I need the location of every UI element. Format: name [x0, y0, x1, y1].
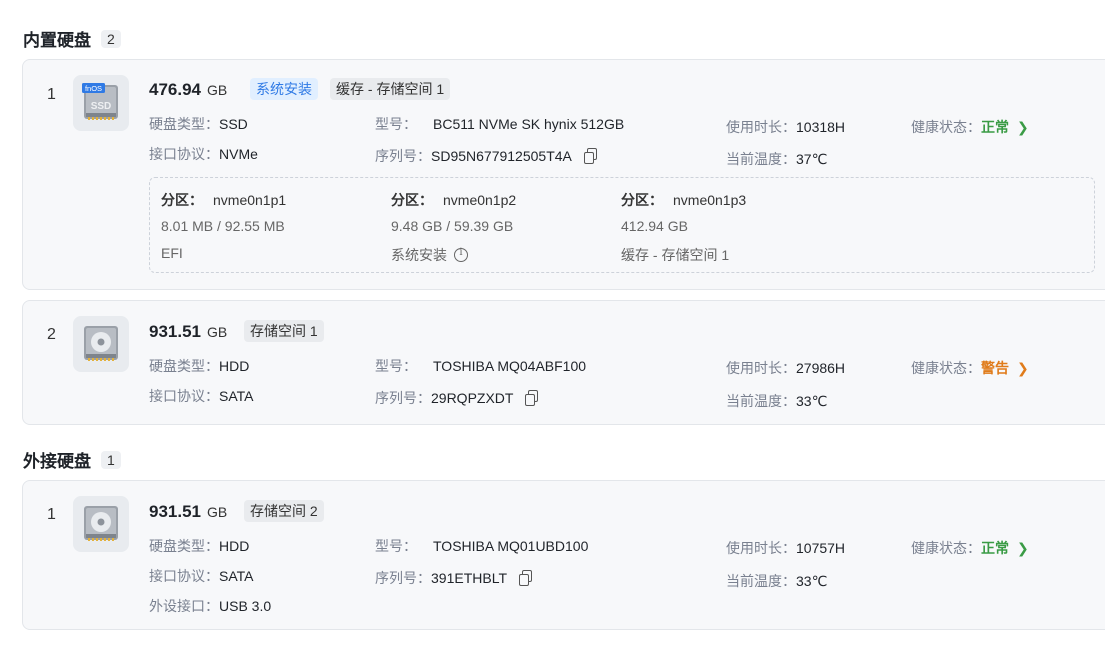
- tag-storage: 缓存 - 存储空间 1: [330, 78, 451, 100]
- partition-name: nvme0n1p2: [443, 192, 517, 208]
- hdd-disk-icon: [73, 316, 129, 372]
- disk-serial: 序列号： 29RQPZXDT: [375, 388, 539, 408]
- partition-size: 8.01 MB / 92.55 MB: [161, 218, 285, 234]
- copy-icon[interactable]: [525, 390, 539, 406]
- internal-disks-header: 内置硬盘 2: [23, 26, 121, 51]
- disk-interface: 接口协议： NVMe: [149, 146, 258, 162]
- ssd-disk-icon: fnOS SSD: [73, 75, 129, 131]
- disk-port: 外设接口： USB 3.0: [149, 598, 272, 614]
- capacity: 931.51 GB: [149, 502, 227, 522]
- disk-index: 1: [47, 506, 56, 523]
- disk-model: 型号： BC511 NVMe SK hynix 512GB: [375, 116, 625, 132]
- capacity-value: 931.51: [149, 502, 201, 521]
- capacity-value: 476.94: [149, 80, 201, 99]
- partition-size: 412.94 GB: [621, 218, 688, 234]
- disk-model: 型号： TOSHIBA MQ01UBD100: [375, 538, 589, 554]
- disk-type: 硬盘类型： HDD: [149, 358, 250, 374]
- disk-interface: 接口协议： SATA: [149, 568, 254, 584]
- disk-card: 1 931.51 GB 存储空间 2 硬盘类型： HDD 接口协议： SATA 外设…: [22, 480, 1105, 630]
- disk-card: 2 931.51 GB 存储空间 1 硬盘类型： HDD 接口协议： SATA 型号…: [22, 300, 1105, 425]
- partition-usage: EFI: [161, 245, 183, 261]
- capacity-unit: GB: [207, 82, 228, 98]
- disk-card: 1 fnOS SSD 476.94 GB 系统安装 缓存 - 存储空间 1 硬盘…: [22, 59, 1105, 290]
- health-status-value: 正常: [981, 119, 1009, 135]
- section-title: 内置硬盘: [23, 31, 91, 50]
- capacity-unit: GB: [207, 504, 228, 520]
- health-status-value: 警告: [981, 360, 1009, 376]
- partition-usage: 系统安装: [391, 245, 468, 265]
- count-badge: 2: [101, 29, 121, 48]
- health-status-value: 正常: [981, 540, 1009, 556]
- disk-type: 硬盘类型： HDD: [149, 538, 250, 554]
- partition-name: nvme0n1p1: [213, 192, 287, 208]
- health-status-link[interactable]: 健康状态： 正常 ❯: [911, 538, 1029, 558]
- partition-usage: 缓存 - 存储空间 1: [621, 247, 730, 263]
- section-title: 外接硬盘: [23, 452, 91, 471]
- disk-serial: 序列号： SD95N677912505T4A: [375, 146, 598, 166]
- chevron-right-icon: ❯: [1017, 118, 1029, 135]
- chevron-right-icon: ❯: [1017, 539, 1029, 556]
- chevron-right-icon: ❯: [1017, 359, 1029, 376]
- capacity: 476.94 GB: [149, 80, 227, 100]
- disk-interface: 接口协议： SATA: [149, 388, 254, 404]
- disk-index: 2: [47, 326, 56, 343]
- health-status-link[interactable]: 健康状态： 正常 ❯: [911, 117, 1029, 137]
- partition-list: 分区： nvme0n1p1 8.01 MB / 92.55 MB EFI 分区： n…: [149, 177, 1095, 273]
- disk-temperature: 当前温度： 33℃: [726, 392, 828, 410]
- disk-serial: 序列号： 391ETHBLT: [375, 568, 533, 588]
- tag-system-install: 系统安装: [250, 78, 318, 100]
- copy-icon[interactable]: [583, 148, 598, 164]
- disk-hours: 使用时长： 10757H: [726, 540, 846, 556]
- disk-type: 硬盘类型： SSD: [149, 116, 248, 132]
- ssd-badge-text: fnOS: [85, 84, 102, 93]
- disk-hours: 使用时长： 27986H: [726, 360, 846, 376]
- partition-name: nvme0n1p3: [673, 192, 747, 208]
- disk-model: 型号： TOSHIBA MQ04ABF100: [375, 358, 587, 374]
- ssd-label-text: SSD: [91, 101, 112, 112]
- hdd-disk-icon: [73, 496, 129, 552]
- disk-temperature: 当前温度： 37℃: [726, 150, 828, 168]
- external-disks-header: 外接硬盘 1: [23, 447, 121, 472]
- health-status-link[interactable]: 健康状态： 警告 ❯: [911, 358, 1029, 378]
- info-icon[interactable]: [454, 247, 468, 262]
- tag-storage: 存储空间 2: [244, 500, 324, 522]
- tag-storage: 存储空间 1: [244, 320, 324, 342]
- disk-hours: 使用时长： 10318H: [726, 119, 846, 135]
- partition-size: 9.48 GB / 59.39 GB: [391, 218, 514, 234]
- capacity-unit: GB: [207, 324, 228, 340]
- disk-temperature: 当前温度： 33℃: [726, 572, 828, 590]
- copy-icon[interactable]: [519, 570, 533, 586]
- capacity-value: 931.51: [149, 322, 201, 341]
- disk-index: 1: [47, 86, 56, 103]
- count-badge: 1: [101, 450, 121, 469]
- capacity: 931.51 GB: [149, 322, 227, 342]
